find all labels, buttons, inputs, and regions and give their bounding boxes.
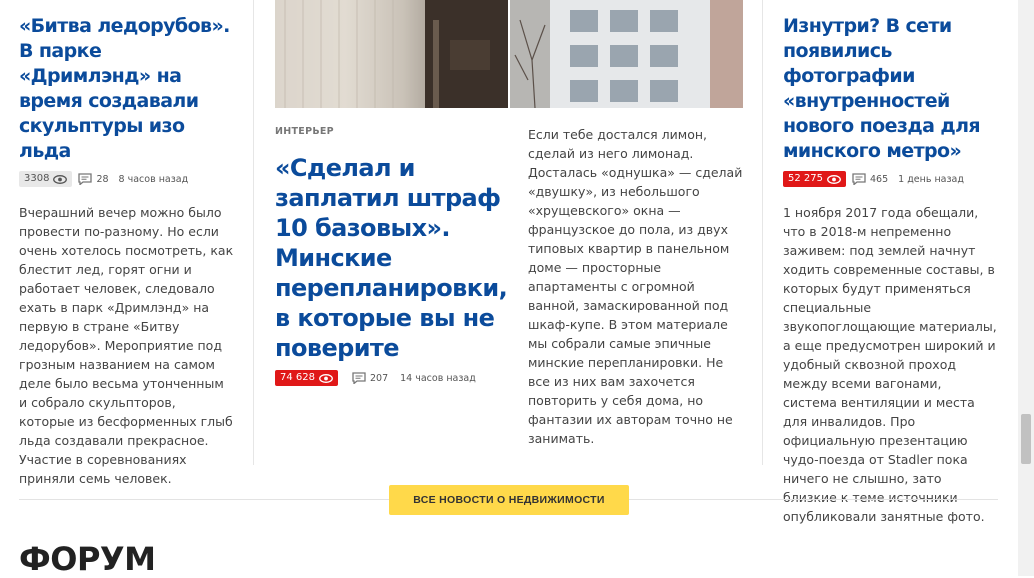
- comments-count: 207: [370, 372, 389, 384]
- scrollbar-thumb[interactable]: [1021, 414, 1031, 464]
- comments[interactable]: 465: [852, 173, 888, 185]
- mid-article: ИНТЕРЬЕР «Сделал и заплатил штраф 10 баз…: [275, 126, 515, 386]
- page-scrollbar[interactable]: [1018, 0, 1034, 576]
- views-badge: 74 628: [275, 370, 338, 386]
- comment-icon: [352, 372, 366, 384]
- left-article-meta: 3308 28 8 часов назад: [19, 171, 235, 187]
- mid-article-meta: 74 628 207 14 часов назад: [275, 370, 515, 386]
- mid-article-lead: Если тебе достался лимон, сделай из него…: [528, 127, 743, 446]
- right-article-meta: 52 275 465 1 день назад: [783, 171, 999, 187]
- eye-icon: [827, 174, 841, 184]
- left-article: «Битва ледорубов». В парке «Дримлэнд» на…: [19, 0, 235, 488]
- comments-count: 28: [96, 173, 109, 185]
- right-article-title[interactable]: Изнутри? В сети появились фотографии «вн…: [783, 14, 999, 164]
- left-article-lead: Вчерашний вечер можно было провести по-р…: [19, 205, 234, 486]
- views-badge: 52 275: [783, 171, 846, 187]
- right-article: Изнутри? В сети появились фотографии «вн…: [783, 0, 999, 526]
- left-article-title[interactable]: «Битва ледорубов». В парке «Дримлэнд» на…: [19, 14, 235, 164]
- mid-article-title[interactable]: «Сделал и заплатил штраф 10 базовых». Ми…: [275, 153, 515, 363]
- eye-icon: [319, 373, 333, 383]
- interior-photo: [275, 0, 508, 108]
- comments-count: 465: [870, 173, 889, 185]
- comment-icon: [78, 173, 93, 185]
- publish-time: 1 день назад: [898, 173, 964, 185]
- publish-time: 8 часов назад: [118, 173, 189, 185]
- right-article-lead: 1 ноября 2017 года обещали, что в 2018-м…: [783, 205, 997, 524]
- column-divider: [762, 0, 763, 465]
- building-photo: [510, 0, 743, 109]
- column-divider: [253, 0, 254, 465]
- comments[interactable]: 207: [352, 372, 388, 384]
- views-count: 74 628: [280, 372, 315, 383]
- views-count: 3308: [24, 173, 50, 184]
- mid-article-images[interactable]: [275, 0, 743, 109]
- forum-heading: ФОРУМ: [19, 540, 156, 578]
- comment-icon: [852, 173, 866, 185]
- publish-time: 14 часов назад: [400, 372, 476, 384]
- views-badge: 3308: [19, 171, 73, 187]
- comments[interactable]: 28: [78, 173, 109, 185]
- all-real-estate-news-button[interactable]: ВСЕ НОВОСТИ О НЕДВИЖИМОСТИ: [389, 485, 629, 515]
- eye-icon: [53, 174, 68, 184]
- rubric-label[interactable]: ИНТЕРЬЕР: [275, 126, 515, 137]
- views-count: 52 275: [788, 173, 823, 184]
